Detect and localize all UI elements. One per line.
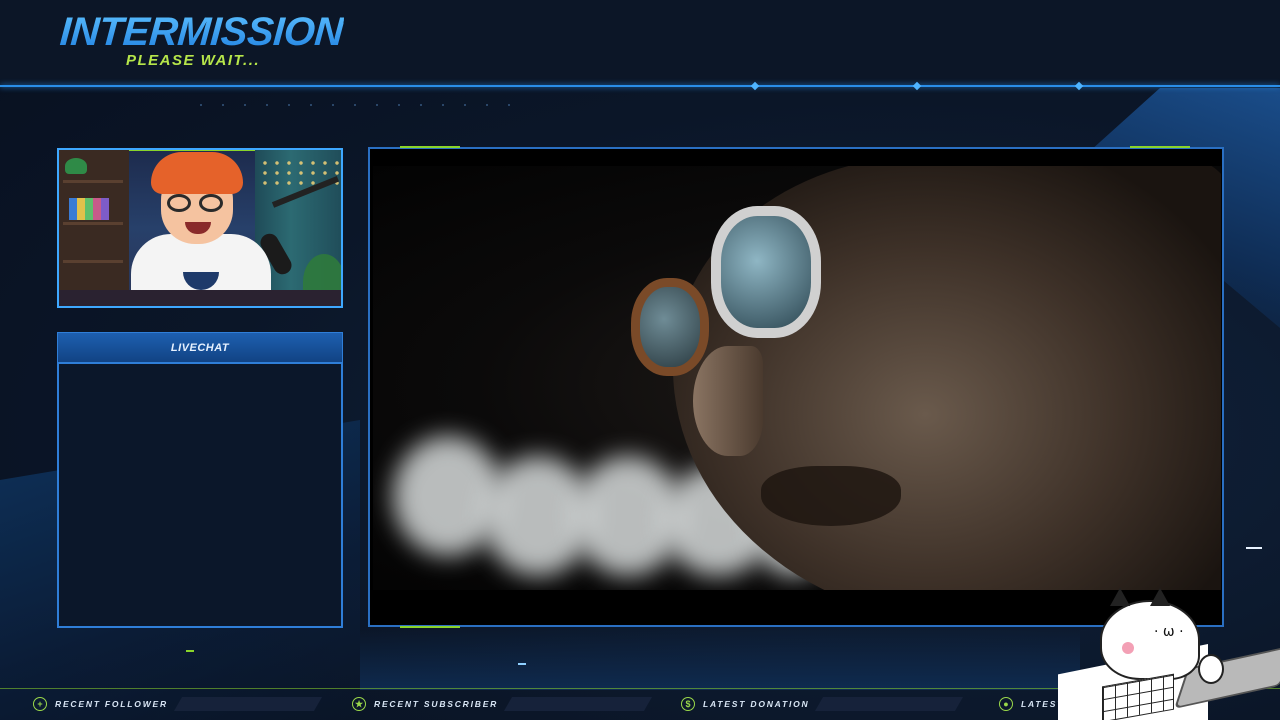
latest-donation-label: LATEST DONATION (703, 699, 810, 709)
star-icon: ★ (352, 697, 366, 711)
decor-tick (186, 650, 194, 652)
plus-icon: + (33, 697, 47, 711)
glasses-icon (631, 278, 709, 376)
cat-ear (1110, 588, 1130, 606)
livechat-header: LIVECHAT (57, 332, 343, 364)
glasses-icon (167, 194, 227, 212)
recent-follower-widget: + RECENT FOLLOWER (33, 694, 322, 714)
decor-dots (190, 104, 520, 106)
shelf-board (63, 180, 123, 183)
avatar-hair (151, 152, 243, 194)
bookshelf (59, 150, 129, 306)
decor-tick (1246, 547, 1262, 549)
latest-widget: ● LATEST (999, 694, 1064, 714)
glasses-icon (711, 206, 821, 338)
frame-accent (1130, 146, 1190, 148)
recent-subscriber-slot (504, 697, 653, 711)
main-screen-frame (368, 147, 1224, 627)
recent-follower-label: RECENT FOLLOWER (55, 699, 168, 709)
shelf-board (63, 260, 123, 263)
man-beard (761, 466, 901, 526)
cat-face-icon: · ω · (1154, 624, 1184, 640)
livechat-title: LIVECHAT (170, 342, 230, 354)
cat-ear (1150, 588, 1170, 606)
decor-bottom-glow (360, 630, 1080, 690)
latest-donation-slot (815, 697, 964, 711)
bongo-cat: · ω · (1058, 588, 1280, 720)
cat-paw (1198, 654, 1224, 684)
recent-subscriber-label: RECENT SUBSCRIBER (374, 699, 499, 709)
man-nose (693, 346, 763, 456)
decor-tick (518, 663, 526, 665)
plant-icon (65, 158, 87, 174)
video-feed[interactable] (373, 166, 1221, 604)
page-subtitle: PLEASE WAIT... (126, 52, 261, 69)
dollar-icon: $ (681, 697, 695, 711)
cat-paw-pad (1122, 642, 1134, 654)
desk (59, 290, 341, 306)
frame-accent (400, 146, 460, 148)
shelf-board (63, 222, 123, 225)
books-icon (69, 198, 109, 220)
livechat-panel[interactable] (57, 362, 343, 628)
header-divider-line (0, 85, 1280, 87)
drop-icon: ● (999, 697, 1013, 711)
latest-donation-widget: $ LATEST DONATION (681, 694, 964, 714)
page-title: INTERMISSION (58, 10, 345, 54)
frame-accent (400, 626, 460, 628)
cat-body (1100, 600, 1200, 680)
recent-subscriber-widget: ★ RECENT SUBSCRIBER (352, 694, 653, 714)
recent-follower-slot (173, 697, 322, 711)
webcam-frame (57, 148, 343, 308)
